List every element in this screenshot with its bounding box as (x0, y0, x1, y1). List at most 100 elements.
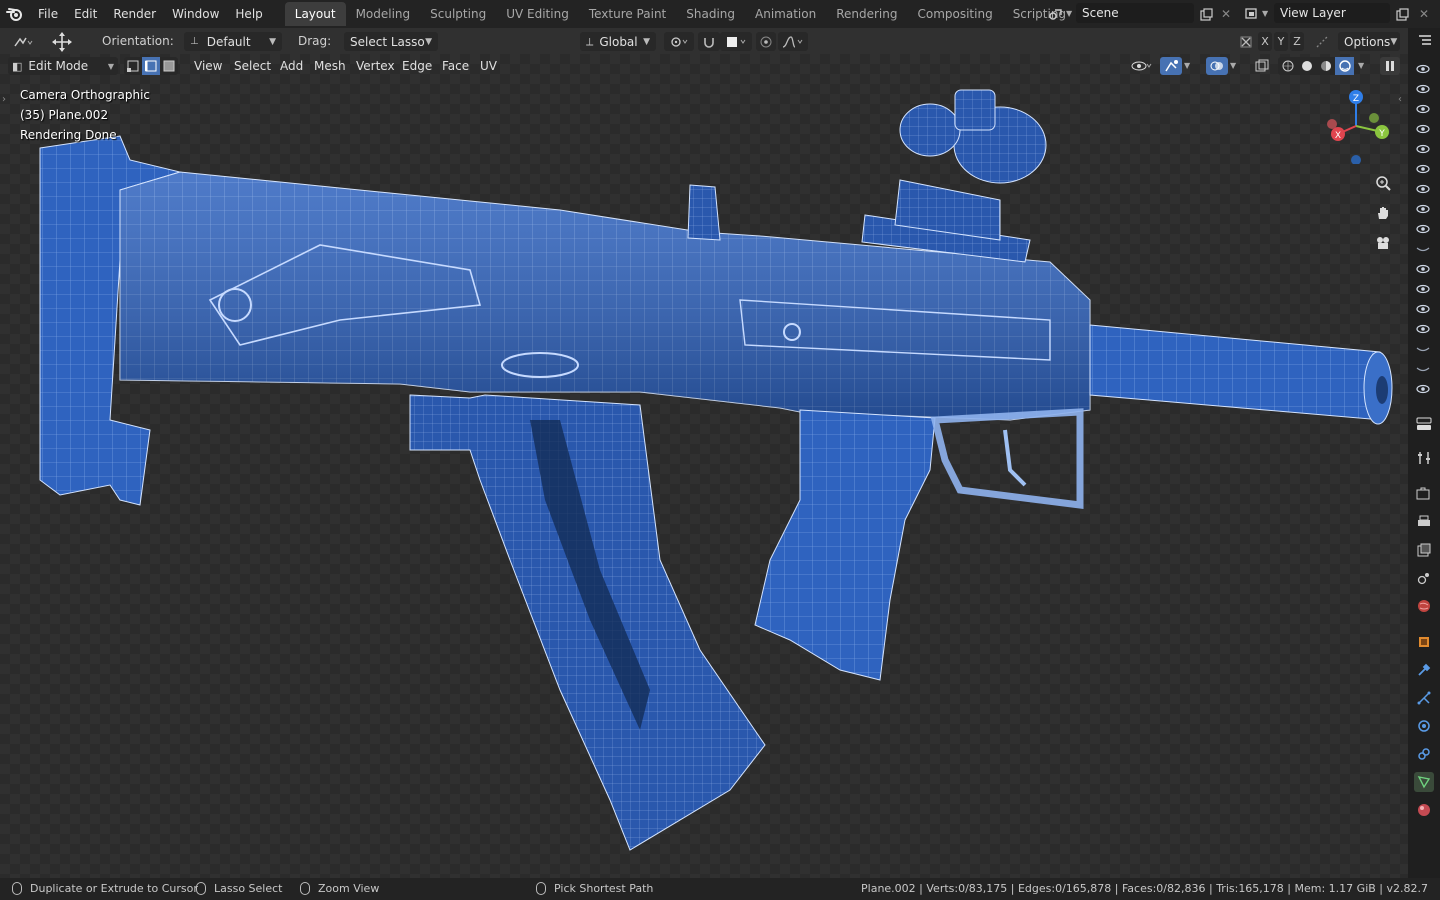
blender-logo-icon[interactable] (0, 0, 30, 28)
menu-uv[interactable]: UV (474, 57, 503, 75)
menu-face[interactable]: Face (436, 57, 475, 75)
vertex-select-icon[interactable] (124, 57, 142, 75)
camera-view-icon[interactable] (1372, 232, 1394, 254)
scene-properties-icon[interactable] (1414, 568, 1434, 588)
tab-rendering[interactable]: Rendering (826, 2, 907, 26)
close-icon[interactable]: ✕ (1414, 4, 1434, 24)
mode-dropdown[interactable]: ◧ Edit Mode ▼ (8, 57, 118, 75)
tab-sculpting[interactable]: Sculpting (420, 2, 496, 26)
properties-editor-icon[interactable] (1414, 414, 1434, 434)
hidden-eye-icon[interactable] (1416, 342, 1430, 356)
navigation-gizmo[interactable]: Z Y X (1320, 88, 1396, 165)
hidden-eye-icon[interactable] (1416, 362, 1430, 376)
snap-icon[interactable] (698, 32, 720, 51)
chevron-down-icon[interactable]: ▼ (1184, 61, 1190, 70)
mesh-model[interactable] (0, 54, 1408, 878)
visibility-eye-icon[interactable] (1416, 122, 1430, 136)
mesh-data-properties-icon[interactable] (1414, 772, 1434, 792)
physics-properties-icon[interactable] (1414, 716, 1434, 736)
modifier-properties-icon[interactable] (1414, 660, 1434, 680)
mirror-z-toggle[interactable]: Z (1290, 32, 1304, 51)
scene-icon[interactable] (1046, 4, 1066, 24)
drag-dropdown[interactable]: Select Lasso ▼ (344, 32, 438, 51)
snap-target-icon[interactable] (720, 32, 752, 51)
menu-select[interactable]: Select (228, 57, 277, 75)
menu-vertex[interactable]: Vertex (350, 57, 401, 75)
menu-render[interactable]: Render (105, 2, 164, 26)
view-layer-field[interactable]: View Layer (1274, 3, 1390, 23)
view-layer-properties-icon[interactable] (1414, 540, 1434, 560)
transform-orientation-dropdown[interactable]: ⟂ Global ▼ (580, 32, 656, 51)
rendered-shading-icon[interactable] (1335, 57, 1354, 75)
pivot-point-icon[interactable] (664, 32, 694, 51)
tab-animation[interactable]: Animation (745, 2, 826, 26)
visibility-eye-icon[interactable] (1416, 142, 1430, 156)
tool-settings-icon[interactable] (1414, 448, 1434, 468)
solid-shading-icon[interactable] (1297, 57, 1316, 75)
tab-shading[interactable]: Shading (676, 2, 745, 26)
chevron-down-icon[interactable]: ▼ (1358, 61, 1364, 70)
zoom-icon[interactable] (1372, 172, 1394, 194)
world-properties-icon[interactable] (1414, 596, 1434, 616)
visibility-eye-icon[interactable] (1416, 82, 1430, 96)
object-properties-icon[interactable] (1414, 632, 1434, 652)
hidden-eye-icon[interactable] (1416, 242, 1430, 256)
output-properties-icon[interactable] (1414, 512, 1434, 532)
mirror-x-toggle[interactable]: X (1258, 32, 1272, 51)
options-dropdown[interactable]: Options ▼ (1338, 32, 1400, 51)
falloff-icon[interactable] (778, 32, 808, 51)
xray-toggle-icon[interactable] (1252, 57, 1272, 75)
menu-window[interactable]: Window (164, 2, 227, 26)
visibility-eye-icon[interactable] (1416, 102, 1430, 116)
material-preview-icon[interactable] (1316, 57, 1335, 75)
view-layer-icon[interactable] (1242, 4, 1262, 24)
chevron-right-icon[interactable]: › (2, 94, 6, 105)
tab-modeling[interactable]: Modeling (346, 2, 421, 26)
particle-properties-icon[interactable] (1414, 688, 1434, 708)
pan-hand-icon[interactable] (1372, 202, 1394, 224)
menu-edit[interactable]: Edit (66, 2, 105, 26)
menu-add[interactable]: Add (274, 57, 309, 75)
pause-render-icon[interactable] (1380, 57, 1400, 75)
constraint-properties-icon[interactable] (1414, 744, 1434, 764)
tool-select-icon[interactable] (6, 32, 40, 51)
orientation-dropdown[interactable]: ⊥ Default ▼ (184, 32, 282, 51)
menu-mesh[interactable]: Mesh (308, 57, 352, 75)
visibility-eye-icon[interactable] (1416, 202, 1430, 216)
visibility-eye-icon[interactable] (1416, 162, 1430, 176)
face-select-icon[interactable] (160, 57, 178, 75)
mirror-icon[interactable] (1236, 32, 1256, 51)
visibility-eye-icon[interactable] (1416, 282, 1430, 296)
edge-select-icon[interactable] (142, 57, 160, 75)
3d-viewport[interactable]: Camera Orthographic (35) Plane.002 Rende… (0, 54, 1408, 878)
mirror-y-toggle[interactable]: Y (1274, 32, 1288, 51)
auto-merge-icon[interactable] (1312, 32, 1332, 51)
tab-texture-paint[interactable]: Texture Paint (579, 2, 676, 26)
visibility-selectability-icon[interactable] (1128, 57, 1156, 75)
wireframe-shading-icon[interactable] (1278, 57, 1297, 75)
new-view-layer-icon[interactable] (1392, 4, 1412, 24)
new-scene-icon[interactable] (1196, 4, 1216, 24)
menu-help[interactable]: Help (227, 2, 270, 26)
proportional-edit-icon[interactable] (756, 32, 776, 51)
scene-name-field[interactable]: Scene (1076, 3, 1194, 23)
visibility-eye-icon[interactable] (1416, 182, 1430, 196)
visibility-eye-icon[interactable] (1416, 62, 1430, 76)
tab-uv-editing[interactable]: UV Editing (496, 2, 579, 26)
visibility-eye-icon[interactable] (1416, 302, 1430, 316)
move-tool-icon[interactable] (48, 31, 76, 52)
tab-compositing[interactable]: Compositing (907, 2, 1002, 26)
overlays-toggle-icon[interactable] (1206, 57, 1228, 75)
gizmo-toggle-icon[interactable] (1160, 57, 1182, 75)
visibility-eye-icon[interactable] (1416, 222, 1430, 236)
render-properties-icon[interactable] (1414, 484, 1434, 504)
menu-file[interactable]: File (30, 2, 66, 26)
close-icon[interactable]: ✕ (1216, 4, 1236, 24)
menu-view[interactable]: View (188, 57, 228, 75)
chevron-left-icon[interactable]: ‹ (1398, 94, 1402, 105)
outliner-icon[interactable] (1418, 34, 1432, 51)
material-properties-icon[interactable] (1414, 800, 1434, 820)
visibility-eye-icon[interactable] (1416, 322, 1430, 336)
visibility-eye-icon[interactable] (1416, 382, 1430, 396)
chevron-down-icon[interactable]: ▼ (1230, 61, 1236, 70)
